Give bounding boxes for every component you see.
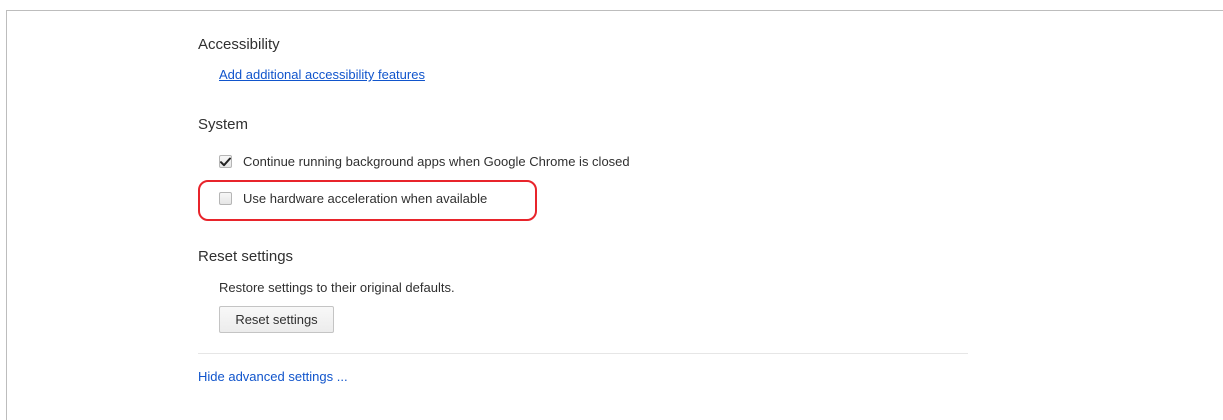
add-accessibility-features-link[interactable]: Add additional accessibility features (219, 67, 425, 82)
divider (198, 353, 968, 354)
system-section-title: System (198, 116, 249, 133)
background-apps-label: Continue running background apps when Go… (243, 154, 630, 169)
reset-settings-button[interactable]: Reset settings (219, 306, 334, 333)
reset-section-title: Reset settings (198, 248, 294, 265)
background-apps-checkbox[interactable] (219, 155, 232, 168)
accessibility-section-title: Accessibility (198, 36, 280, 53)
background-apps-option[interactable]: Continue running background apps when Go… (219, 154, 630, 169)
highlight-annotation (198, 180, 537, 221)
reset-description: Restore settings to their original defau… (219, 280, 455, 295)
hide-advanced-settings-link[interactable]: Hide advanced settings ... (198, 369, 348, 384)
settings-panel (6, 10, 1223, 420)
checkmark-icon (220, 157, 231, 166)
